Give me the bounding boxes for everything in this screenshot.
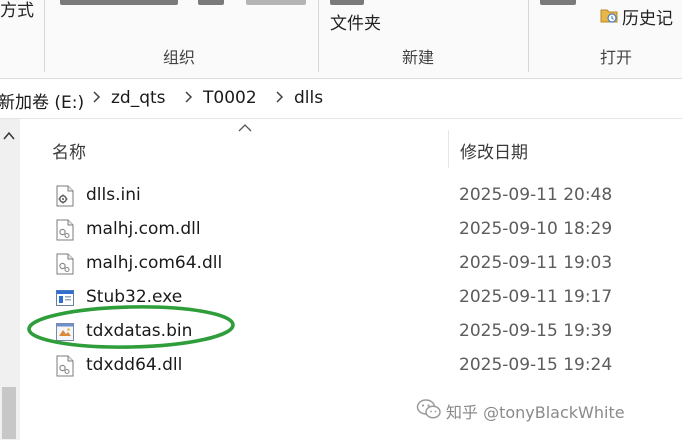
file-modified-date: 2025-09-15 19:24	[459, 355, 613, 375]
dll-file-icon	[56, 253, 74, 275]
breadcrumb-drive[interactable]: 新加卷 (E:)	[0, 88, 84, 113]
ribbon-group-new-label: 新建	[402, 48, 435, 67]
ribbon-separator	[44, 0, 45, 72]
breadcrumb-t0002[interactable]: T0002	[203, 88, 257, 108]
file-row-dlls-ini[interactable]: dlls.ini 2025-09-11 20:48	[22, 180, 682, 214]
ribbon-group-open-label: 打开	[600, 48, 633, 67]
ribbon: 方式 文件夹 历史记 组织 新建 打开	[0, 0, 682, 79]
ribbon-cutoff-control	[540, 0, 576, 5]
file-row-tdxdd64-dll[interactable]: tdxdd64.dll 2025-09-15 19:24	[22, 350, 682, 384]
exe-application-icon	[56, 290, 74, 306]
file-name[interactable]: dlls.ini	[86, 185, 141, 205]
file-name[interactable]: tdxdd64.dll	[86, 355, 182, 375]
file-modified-date: 2025-09-11 19:03	[459, 253, 613, 273]
ribbon-group-organize-label: 组织	[163, 48, 196, 67]
nav-scrollbar-thumb[interactable]	[2, 387, 16, 439]
breadcrumb-zd-qts[interactable]: zd_qts	[111, 88, 166, 108]
file-modified-date: 2025-09-10 18:29	[459, 219, 613, 239]
file-name[interactable]: Stub32.exe	[86, 287, 182, 307]
breadcrumb-dlls[interactable]: dlls	[294, 88, 323, 108]
dll-file-icon	[56, 219, 74, 241]
column-header-modified[interactable]: 修改日期	[460, 138, 528, 163]
ribbon-cutoff-control	[330, 0, 364, 5]
history-button[interactable]: 历史记	[622, 4, 673, 29]
sort-ascending-icon	[238, 124, 252, 132]
ribbon-separator	[318, 0, 319, 72]
ribbon-cutoff-control	[198, 0, 224, 5]
file-name[interactable]: tdxdatas.bin	[86, 321, 192, 341]
new-folder-button[interactable]: 文件夹	[330, 9, 381, 34]
file-name[interactable]: malhj.com64.dll	[86, 253, 222, 273]
chevron-right-icon[interactable]	[183, 90, 193, 104]
ribbon-partial-label[interactable]: 方式	[0, 0, 34, 21]
file-modified-date: 2025-09-15 19:39	[459, 321, 613, 341]
file-row-stub32-exe[interactable]: Stub32.exe 2025-09-11 19:17	[22, 282, 682, 316]
column-divider[interactable]	[448, 130, 449, 168]
ini-settings-icon	[56, 185, 74, 207]
address-bar[interactable]: 新加卷 (E:) zd_qts T0002 dlls	[0, 80, 682, 119]
file-name[interactable]: malhj.com.dll	[86, 219, 201, 239]
chevron-right-icon[interactable]	[91, 90, 101, 104]
file-row-tdxdatas-bin[interactable]: tdxdatas.bin 2025-09-15 19:39	[22, 316, 682, 350]
file-modified-date: 2025-09-11 19:17	[459, 287, 613, 307]
chevron-right-icon[interactable]	[274, 90, 284, 104]
scroll-up-icon[interactable]	[3, 131, 15, 141]
file-modified-date: 2025-09-11 20:48	[459, 185, 613, 205]
watermark-text: 知乎 @tonyBlackWhite	[446, 403, 625, 422]
ribbon-cutoff-control	[60, 0, 178, 5]
ribbon-separator	[528, 0, 529, 72]
wechat-logo-icon	[416, 399, 441, 419]
bin-file-icon	[56, 323, 74, 341]
file-row-malhj-com-dll[interactable]: malhj.com.dll 2025-09-10 18:29	[22, 214, 682, 248]
history-folder-icon	[600, 9, 618, 23]
ribbon-cutoff-control	[246, 0, 306, 5]
file-row-malhj-com64-dll[interactable]: malhj.com64.dll 2025-09-11 19:03	[22, 248, 682, 282]
column-header-name[interactable]: 名称	[52, 138, 86, 163]
navigation-pane[interactable]	[0, 119, 20, 440]
dll-file-icon	[56, 355, 74, 377]
